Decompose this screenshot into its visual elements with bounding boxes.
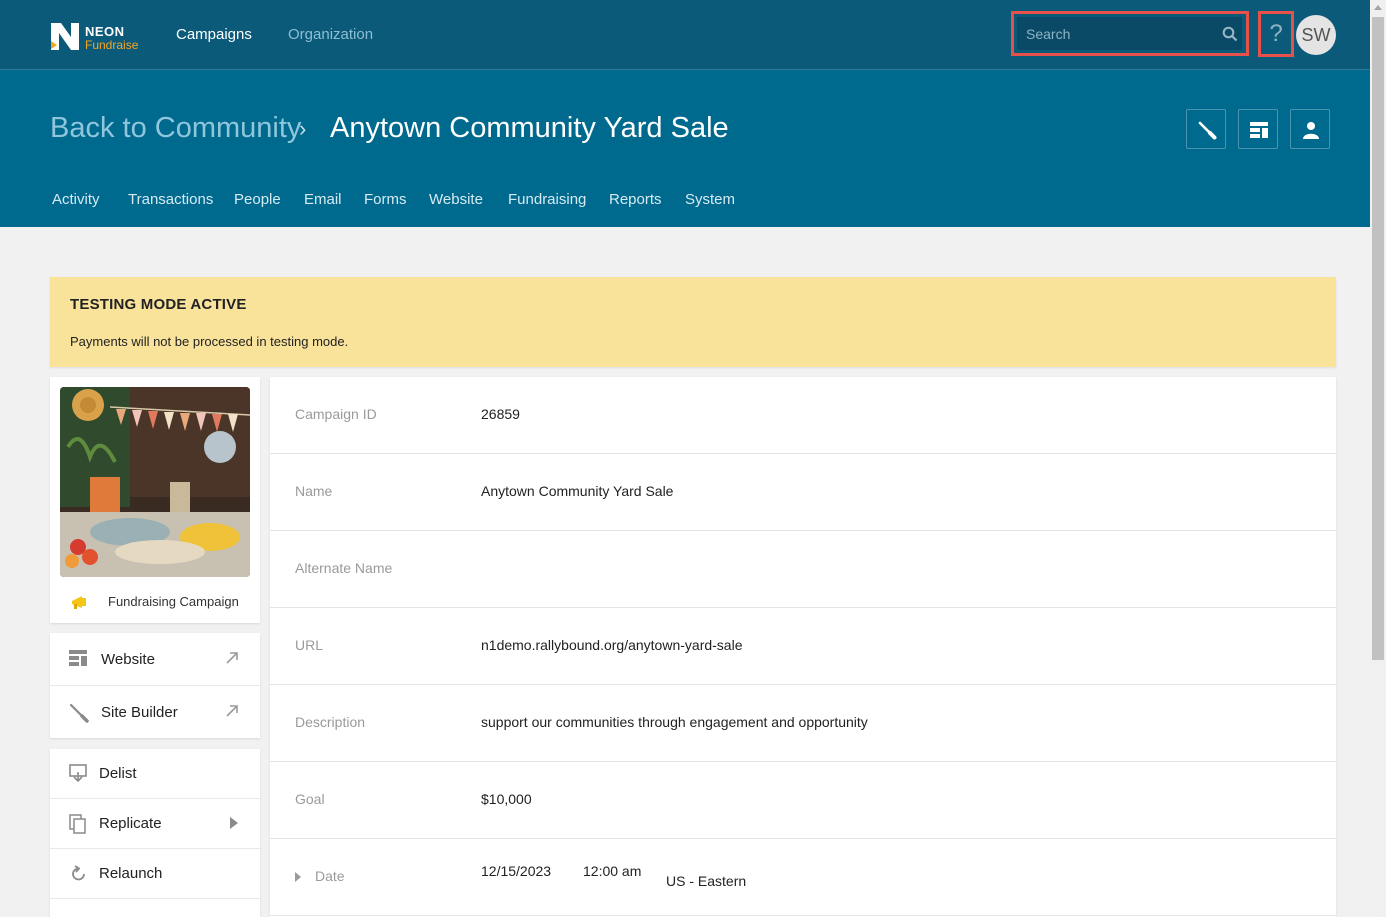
site-builder-link[interactable]: Site Builder	[50, 685, 260, 737]
detail-row-date[interactable]: Date 12/15/2023 12:00 am US - Eastern	[270, 839, 1336, 916]
campaign-details-card: Campaign ID 26859 Name Anytown Community…	[270, 377, 1336, 917]
neon-fundraise-logo[interactable]: NEON Fundraise	[49, 19, 144, 55]
tab-transactions[interactable]: Transactions	[128, 191, 213, 208]
tab-fundraising[interactable]: Fundraising	[508, 191, 586, 208]
detail-row-url[interactable]: URL n1demo.rallybound.org/anytown-yard-s…	[270, 608, 1336, 685]
replicate-action[interactable]: Replicate	[50, 799, 260, 849]
detail-row-campaign-id: Campaign ID 26859	[270, 377, 1336, 454]
nav-organization[interactable]: Organization	[288, 26, 373, 43]
relaunch-action[interactable]: Relaunch	[50, 849, 260, 899]
website-layout-button[interactable]	[1238, 109, 1278, 149]
help-highlight: ?	[1258, 11, 1294, 57]
search-input[interactable]	[1017, 17, 1242, 50]
help-icon[interactable]: ?	[1261, 20, 1291, 48]
copy-icon	[69, 814, 86, 834]
tab-forms[interactable]: Forms	[364, 191, 407, 208]
search-highlight	[1011, 11, 1249, 56]
megaphone-icon	[72, 596, 86, 609]
tab-people[interactable]: People	[234, 191, 281, 208]
tab-activity[interactable]: Activity	[52, 191, 100, 208]
name-label: Name	[295, 483, 333, 499]
tab-reports[interactable]: Reports	[609, 191, 662, 208]
breadcrumb-separator: ›	[299, 116, 307, 141]
testing-mode-banner: TESTING MODE ACTIVE Payments will not be…	[50, 277, 1336, 367]
detail-row-alternate-name[interactable]: Alternate Name	[270, 531, 1336, 608]
website-links-card: Website Site Builder	[50, 633, 260, 738]
scroll-up-arrow-icon[interactable]	[1374, 5, 1382, 10]
search-icon[interactable]	[1222, 26, 1238, 42]
nav-campaigns[interactable]: Campaigns	[176, 26, 252, 43]
top-bar: NEON Fundraise Campaigns Organization ? …	[0, 0, 1370, 70]
layout-icon	[69, 650, 87, 666]
campaign-id-value: 26859	[481, 406, 520, 422]
external-arrow-icon	[226, 652, 238, 664]
people-button[interactable]	[1290, 109, 1330, 149]
campaign-photo[interactable]	[60, 387, 250, 577]
page-scrollbar[interactable]	[1370, 0, 1386, 917]
breadcrumb-back-to-community[interactable]: Back to Community	[50, 112, 301, 145]
layout-icon	[1250, 122, 1268, 138]
banner-text: Payments will not be processed in testin…	[70, 334, 349, 349]
logo-text-neon: NEON	[85, 24, 125, 39]
brush-icon	[69, 703, 89, 723]
site-builder-button[interactable]	[1186, 109, 1226, 149]
replicate-label: Replicate	[99, 815, 162, 832]
tab-system[interactable]: System	[685, 191, 735, 208]
campaign-type-label: Fundraising Campaign	[108, 594, 239, 609]
tab-website[interactable]: Website	[429, 191, 483, 208]
external-arrow-icon	[226, 705, 238, 717]
delist-label: Delist	[99, 765, 137, 782]
detail-row-description[interactable]: Description support our communities thro…	[270, 685, 1336, 762]
date-label: Date	[315, 868, 345, 884]
user-icon	[1303, 122, 1319, 139]
brush-icon	[1198, 121, 1217, 140]
campaign-actions-card: Delist Replicate Relaunch	[50, 749, 260, 917]
website-link[interactable]: Website	[50, 633, 260, 685]
url-label: URL	[295, 637, 324, 653]
campaign-header: Back to Community › Anytown Community Ya…	[0, 70, 1370, 227]
detail-row-name[interactable]: Name Anytown Community Yard Sale	[270, 454, 1336, 531]
delist-icon	[69, 764, 87, 782]
scrollbar-thumb[interactable]	[1372, 17, 1384, 660]
campaign-id-label: Campaign ID	[295, 406, 377, 422]
caret-right-icon[interactable]	[295, 872, 301, 882]
neon-logo-mark-icon	[51, 23, 79, 50]
description-label: Description	[295, 714, 366, 730]
relaunch-label: Relaunch	[99, 865, 163, 882]
goal-label: Goal	[295, 791, 325, 807]
alternate-name-label: Alternate Name	[295, 560, 393, 576]
site-builder-link-label: Site Builder	[101, 704, 178, 721]
user-avatar[interactable]: SW	[1296, 15, 1336, 55]
time-value: 12:00 am	[583, 863, 642, 879]
name-value: Anytown Community Yard Sale	[481, 483, 674, 499]
tab-email[interactable]: Email	[304, 191, 342, 208]
logo-text-fundraise: Fundraise	[85, 38, 139, 52]
goal-value: $10,000	[481, 791, 532, 807]
website-link-label: Website	[101, 651, 155, 668]
description-value: support our communities through engageme…	[481, 714, 868, 730]
detail-row-goal[interactable]: Goal $10,000	[270, 762, 1336, 839]
date-value: 12/15/2023	[481, 863, 552, 879]
refresh-icon	[72, 865, 85, 881]
yard-sale-photo-illustration	[60, 387, 250, 577]
banner-title: TESTING MODE ACTIVE	[70, 296, 247, 313]
url-value: n1demo.rallybound.org/anytown-yard-sale	[481, 637, 743, 653]
page-title: Anytown Community Yard Sale	[330, 112, 729, 144]
timezone-value: US - Eastern	[666, 873, 747, 889]
campaign-image-card: Fundraising Campaign	[50, 377, 260, 623]
caret-right-icon	[230, 817, 238, 829]
delist-action[interactable]: Delist	[50, 749, 260, 799]
